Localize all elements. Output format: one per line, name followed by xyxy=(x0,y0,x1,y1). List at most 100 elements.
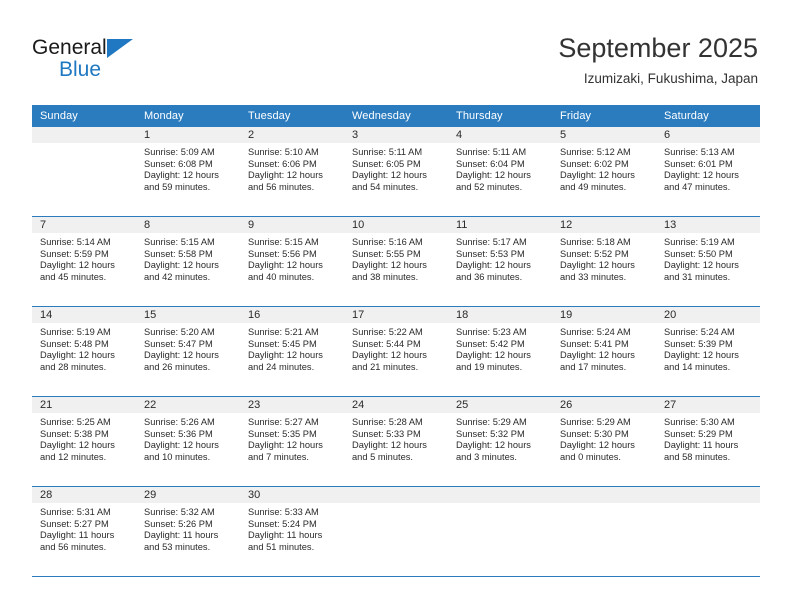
calendar-day-cell[interactable]: 2 Sunrise: 5:10 AM Sunset: 6:06 PM Daylight… xyxy=(240,127,344,216)
sunset-time: Sunset: 5:30 PM xyxy=(560,428,629,439)
day-sun-info: Sunrise: 5:12 AM Sunset: 6:02 PM Daylight:… xyxy=(552,143,656,193)
calendar-day-cell[interactable]: 26 Sunrise: 5:29 AM Sunset: 5:30 PM Dayligh… xyxy=(552,397,656,486)
sunrise-time: Sunrise: 5:18 AM xyxy=(560,237,631,247)
calendar-day-cell[interactable]: 15 Sunrise: 5:20 AM Sunset: 5:47 PM Dayligh… xyxy=(136,307,240,396)
sunset-time: Sunset: 5:29 PM xyxy=(664,428,733,439)
sunset-time: Sunset: 5:48 PM xyxy=(40,338,109,349)
calendar-day-cell[interactable]: 24 Sunrise: 5:28 AM Sunset: 5:33 PM Dayligh… xyxy=(344,397,448,486)
weekday-header-thursday: Thursday xyxy=(456,110,503,122)
sunset-time: Sunset: 5:41 PM xyxy=(560,338,629,349)
day-sun-info: Sunrise: 5:18 AM Sunset: 5:52 PM Daylight:… xyxy=(552,233,656,283)
day-number xyxy=(344,487,448,503)
calendar-day-cell[interactable]: 8 Sunrise: 5:15 AM Sunset: 5:58 PM Daylight… xyxy=(136,217,240,306)
sunset-time: Sunset: 6:05 PM xyxy=(352,158,421,169)
calendar-day-cell[interactable]: 28 Sunrise: 5:31 AM Sunset: 5:27 PM Dayligh… xyxy=(32,487,136,576)
day-number xyxy=(552,487,656,503)
sunset-time: Sunset: 5:50 PM xyxy=(664,248,733,259)
daylight-duration-line1: Daylight: 11 hours xyxy=(144,530,219,541)
calendar-day-cell[interactable]: 19 Sunrise: 5:24 AM Sunset: 5:41 PM Dayligh… xyxy=(552,307,656,396)
calendar-day-cell[interactable]: 29 Sunrise: 5:32 AM Sunset: 5:26 PM Dayligh… xyxy=(136,487,240,576)
daylight-duration-line2: and 31 minutes. xyxy=(664,271,731,282)
calendar-day-cell[interactable]: 7 Sunrise: 5:14 AM Sunset: 5:59 PM Daylight… xyxy=(32,217,136,306)
sunset-time: Sunset: 6:08 PM xyxy=(144,158,213,169)
day-number xyxy=(656,487,760,503)
day-sun-info: Sunrise: 5:22 AM Sunset: 5:44 PM Daylight:… xyxy=(344,323,448,373)
sunrise-time: Sunrise: 5:23 AM xyxy=(456,327,527,337)
day-sun-info: Sunrise: 5:19 AM Sunset: 5:50 PM Daylight:… xyxy=(656,233,760,283)
calendar-day-cell[interactable]: 6 Sunrise: 5:13 AM Sunset: 6:01 PM Daylight… xyxy=(656,127,760,216)
daylight-duration-line2: and 36 minutes. xyxy=(456,271,523,282)
day-sun-info: Sunrise: 5:31 AM Sunset: 5:27 PM Daylight:… xyxy=(32,503,136,553)
sunset-time: Sunset: 5:59 PM xyxy=(40,248,109,259)
calendar-day-cell[interactable]: 21 Sunrise: 5:25 AM Sunset: 5:38 PM Dayligh… xyxy=(32,397,136,486)
day-number: 7 xyxy=(32,217,136,233)
sunset-time: Sunset: 5:47 PM xyxy=(144,338,213,349)
calendar-day-cell[interactable]: 16 Sunrise: 5:21 AM Sunset: 5:45 PM Dayligh… xyxy=(240,307,344,396)
calendar-day-cell[interactable]: 4 Sunrise: 5:11 AM Sunset: 6:04 PM Daylight… xyxy=(448,127,552,216)
sunrise-time: Sunrise: 5:11 AM xyxy=(456,147,527,157)
calendar-day-cell[interactable]: 20 Sunrise: 5:24 AM Sunset: 5:39 PM Dayligh… xyxy=(656,307,760,396)
day-number: 5 xyxy=(552,127,656,143)
sunset-time: Sunset: 5:26 PM xyxy=(144,518,213,529)
calendar-day-cell[interactable]: 1 Sunrise: 5:09 AM Sunset: 6:08 PM Daylight… xyxy=(136,127,240,216)
day-number: 21 xyxy=(32,397,136,413)
calendar-week-row: 21 Sunrise: 5:25 AM Sunset: 5:38 PM Dayligh… xyxy=(32,397,760,487)
daylight-duration-line1: Daylight: 12 hours xyxy=(40,350,115,361)
calendar-day-cell[interactable]: 5 Sunrise: 5:12 AM Sunset: 6:02 PM Daylight… xyxy=(552,127,656,216)
day-number: 15 xyxy=(136,307,240,323)
calendar-day-cell-empty xyxy=(32,127,136,216)
calendar-day-cell[interactable]: 30 Sunrise: 5:33 AM Sunset: 5:24 PM Dayligh… xyxy=(240,487,344,576)
daylight-duration-line1: Daylight: 12 hours xyxy=(456,170,531,181)
sunrise-time: Sunrise: 5:16 AM xyxy=(352,237,423,247)
day-number: 4 xyxy=(448,127,552,143)
general-blue-logo[interactable]: General Blue xyxy=(32,36,162,88)
calendar-day-cell[interactable]: 23 Sunrise: 5:27 AM Sunset: 5:35 PM Dayligh… xyxy=(240,397,344,486)
sunrise-time: Sunrise: 5:29 AM xyxy=(560,417,631,427)
calendar-day-cell[interactable]: 3 Sunrise: 5:11 AM Sunset: 6:05 PM Daylight… xyxy=(344,127,448,216)
day-sun-info: Sunrise: 5:11 AM Sunset: 6:05 PM Daylight:… xyxy=(344,143,448,193)
daylight-duration-line2: and 47 minutes. xyxy=(664,181,731,192)
day-sun-info: Sunrise: 5:19 AM Sunset: 5:48 PM Daylight:… xyxy=(32,323,136,373)
calendar-day-cell[interactable]: 22 Sunrise: 5:26 AM Sunset: 5:36 PM Dayligh… xyxy=(136,397,240,486)
calendar-day-cell[interactable]: 27 Sunrise: 5:30 AM Sunset: 5:29 PM Dayligh… xyxy=(656,397,760,486)
day-number xyxy=(448,487,552,503)
daylight-duration-line2: and 10 minutes. xyxy=(144,451,211,462)
title-block: September 2025 Izumizaki, Fukushima, Jap… xyxy=(558,32,758,88)
calendar-day-cell-empty xyxy=(448,487,552,576)
calendar-day-cell[interactable]: 25 Sunrise: 5:29 AM Sunset: 5:32 PM Dayligh… xyxy=(448,397,552,486)
daylight-duration-line2: and 24 minutes. xyxy=(248,361,315,372)
calendar-day-cell[interactable]: 18 Sunrise: 5:23 AM Sunset: 5:42 PM Dayligh… xyxy=(448,307,552,396)
daylight-duration-line1: Daylight: 12 hours xyxy=(144,260,219,271)
sunrise-time: Sunrise: 5:33 AM xyxy=(248,507,319,517)
sunrise-time: Sunrise: 5:30 AM xyxy=(664,417,735,427)
daylight-duration-line1: Daylight: 12 hours xyxy=(664,260,739,271)
calendar-day-cell[interactable]: 14 Sunrise: 5:19 AM Sunset: 5:48 PM Dayligh… xyxy=(32,307,136,396)
day-number: 18 xyxy=(448,307,552,323)
daylight-duration-line2: and 59 minutes. xyxy=(144,181,211,192)
day-sun-info: Sunrise: 5:11 AM Sunset: 6:04 PM Daylight:… xyxy=(448,143,552,193)
calendar-day-cell[interactable]: 9 Sunrise: 5:15 AM Sunset: 5:56 PM Daylight… xyxy=(240,217,344,306)
calendar-day-cell-empty xyxy=(552,487,656,576)
day-number: 14 xyxy=(32,307,136,323)
day-number: 16 xyxy=(240,307,344,323)
daylight-duration-line1: Daylight: 12 hours xyxy=(456,260,531,271)
day-number: 17 xyxy=(344,307,448,323)
day-number: 10 xyxy=(344,217,448,233)
calendar-day-cell[interactable]: 10 Sunrise: 5:16 AM Sunset: 5:55 PM Dayligh… xyxy=(344,217,448,306)
day-sun-info: Sunrise: 5:15 AM Sunset: 5:56 PM Daylight:… xyxy=(240,233,344,283)
calendar-week-row: 14 Sunrise: 5:19 AM Sunset: 5:48 PM Dayligh… xyxy=(32,307,760,397)
calendar-day-cell[interactable]: 11 Sunrise: 5:17 AM Sunset: 5:53 PM Dayligh… xyxy=(448,217,552,306)
sunrise-time: Sunrise: 5:28 AM xyxy=(352,417,423,427)
sunrise-time: Sunrise: 5:24 AM xyxy=(664,327,735,337)
daylight-duration-line2: and 33 minutes. xyxy=(560,271,627,282)
daylight-duration-line2: and 58 minutes. xyxy=(664,451,731,462)
sunset-time: Sunset: 5:52 PM xyxy=(560,248,629,259)
calendar-day-cell[interactable]: 13 Sunrise: 5:19 AM Sunset: 5:50 PM Dayligh… xyxy=(656,217,760,306)
calendar-day-cell[interactable]: 17 Sunrise: 5:22 AM Sunset: 5:44 PM Dayligh… xyxy=(344,307,448,396)
logo-text-blue: Blue xyxy=(59,58,102,81)
sunset-time: Sunset: 5:38 PM xyxy=(40,428,109,439)
calendar-day-cell[interactable]: 12 Sunrise: 5:18 AM Sunset: 5:52 PM Dayligh… xyxy=(552,217,656,306)
daylight-duration-line1: Daylight: 12 hours xyxy=(560,260,635,271)
calendar-week-row: 28 Sunrise: 5:31 AM Sunset: 5:27 PM Dayligh… xyxy=(32,487,760,577)
day-number: 29 xyxy=(136,487,240,503)
